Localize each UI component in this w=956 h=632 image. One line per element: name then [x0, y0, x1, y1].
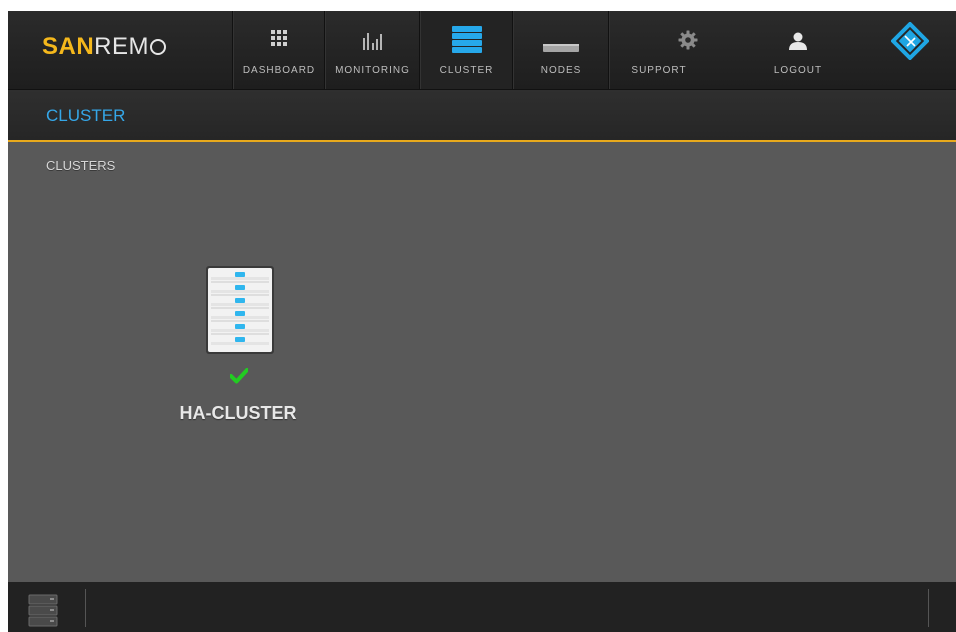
bar-chart-icon: [362, 33, 382, 50]
server-stack-icon[interactable]: [28, 594, 58, 628]
cluster-name: HA-CLUSTER: [179, 403, 297, 423]
section-label-clusters: CLUSTERS: [46, 158, 116, 173]
nav-monitoring[interactable]: MONITORING: [324, 11, 420, 89]
nav-label: DASHBOARD: [242, 65, 316, 76]
bottom-divider: [85, 589, 86, 627]
nav-cluster[interactable]: CLUSTER: [419, 11, 513, 89]
page-title: CLUSTER: [46, 106, 126, 125]
sanremo-logo[interactable]: SANREM: [42, 33, 167, 61]
bottom-divider: [928, 589, 929, 627]
grid-icon: [271, 30, 287, 46]
nav-label: MONITORING: [335, 65, 410, 76]
nav-support[interactable]: SUPPORT: [608, 11, 767, 89]
nav-logout[interactable]: LOGOUT: [762, 11, 834, 89]
nav-label: SUPPORT: [631, 65, 687, 76]
app-window: SANREM DASHBOARD MONITORING CLUSTER NODE…: [8, 11, 956, 632]
logo-bold-text: SAN: [42, 33, 95, 60]
nav-dashboard[interactable]: DASHBOARD: [232, 11, 325, 89]
cluster-stack-icon: [451, 26, 482, 53]
top-navigation: SANREM DASHBOARD MONITORING CLUSTER NODE…: [8, 11, 956, 90]
logo-light-text: REM: [94, 33, 150, 60]
check-icon: [230, 368, 248, 384]
cluster-tile[interactable]: HA-CLUSTER: [158, 261, 318, 441]
nav-nodes[interactable]: NODES: [512, 11, 609, 89]
node-icon: [543, 44, 579, 52]
bottom-status-bar: [8, 582, 956, 632]
nav-label: LOGOUT: [773, 65, 823, 76]
logo-o-ring-icon: [150, 39, 167, 55]
nav-label: CLUSTER: [439, 65, 494, 76]
server-rack-icon: [206, 266, 274, 354]
page-title-bar: CLUSTER: [8, 90, 956, 142]
brand-diamond-logo-icon: [891, 22, 929, 60]
gear-icon: [678, 30, 698, 50]
user-icon: [789, 32, 807, 50]
